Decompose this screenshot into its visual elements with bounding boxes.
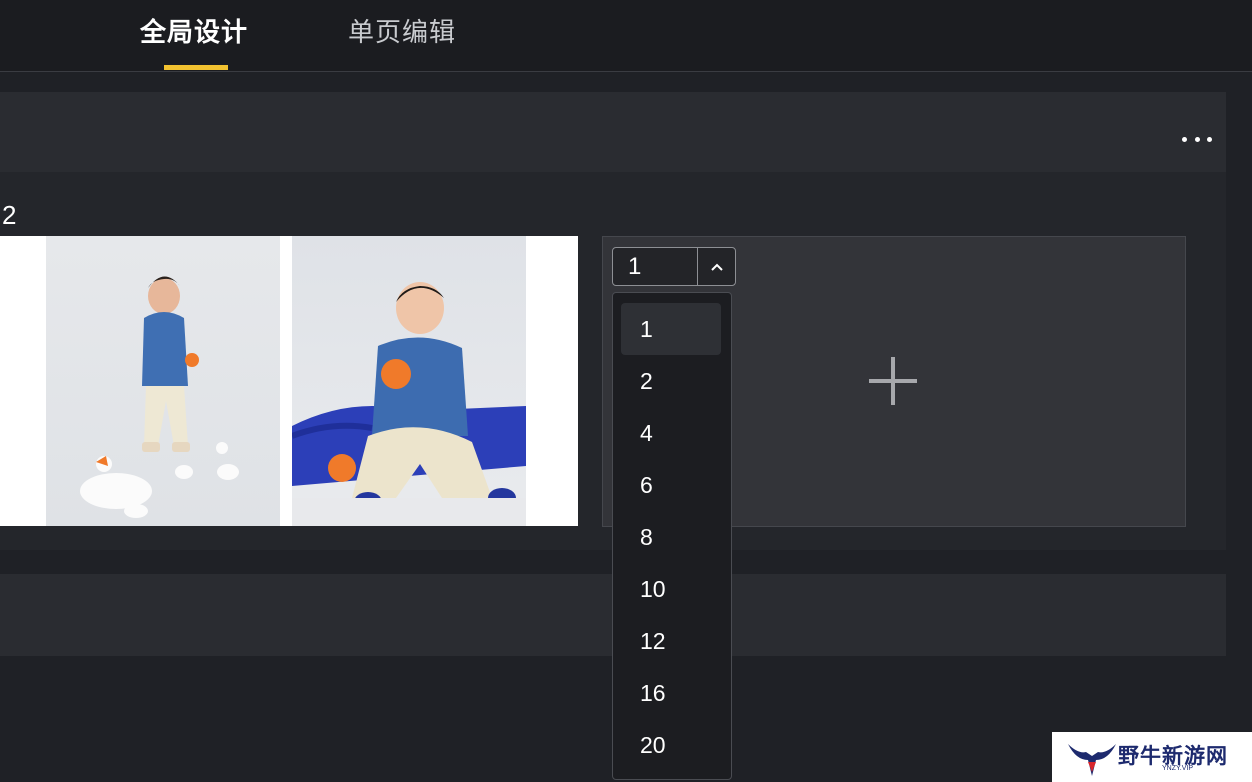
active-tab-indicator <box>164 65 228 70</box>
watermark: 野牛新游网 YNZY.VIP <box>1052 732 1252 782</box>
page-header-panel <box>0 92 1226 172</box>
dot <box>1207 136 1212 142</box>
tab-global-design[interactable]: 全局设计 <box>140 12 248 49</box>
dropdown-option-8[interactable]: 8 <box>621 511 721 563</box>
select-value: 1 <box>628 253 642 280</box>
page-number: 2 <box>2 200 17 230</box>
dot <box>1194 136 1200 142</box>
watermark-subtext: YNZY.VIP <box>1162 765 1193 772</box>
bull-logo-icon <box>1068 744 1116 776</box>
dropdown-option-12[interactable]: 12 <box>621 615 721 667</box>
dropdown-option-10[interactable]: 10 <box>621 563 721 615</box>
plus-icon[interactable] <box>869 357 917 405</box>
dropdown-option-20[interactable]: 20 <box>621 719 721 771</box>
chevron-up-icon[interactable] <box>697 248 735 285</box>
photo-spread[interactable] <box>0 236 578 526</box>
dropdown-option-2[interactable]: 2 <box>621 355 721 407</box>
dropdown-option-4[interactable]: 4 <box>621 407 721 459</box>
photo-count-select[interactable]: 1 <box>612 247 736 286</box>
photo-count-dropdown: 1 2 4 6 8 10 12 16 20 <box>612 292 732 780</box>
dot <box>1182 136 1187 142</box>
dropdown-option-16[interactable]: 16 <box>621 667 721 719</box>
more-horizontal-icon[interactable] <box>1182 132 1212 146</box>
photo-child-standing[interactable] <box>46 236 280 526</box>
photo-child-sitting[interactable] <box>292 236 526 526</box>
top-tab-bar: 全局设计 单页编辑 <box>0 0 1252 72</box>
dropdown-option-6[interactable]: 6 <box>621 459 721 511</box>
tab-single-page-edit[interactable]: 单页编辑 <box>348 12 456 49</box>
dropdown-option-1[interactable]: 1 <box>621 303 721 355</box>
